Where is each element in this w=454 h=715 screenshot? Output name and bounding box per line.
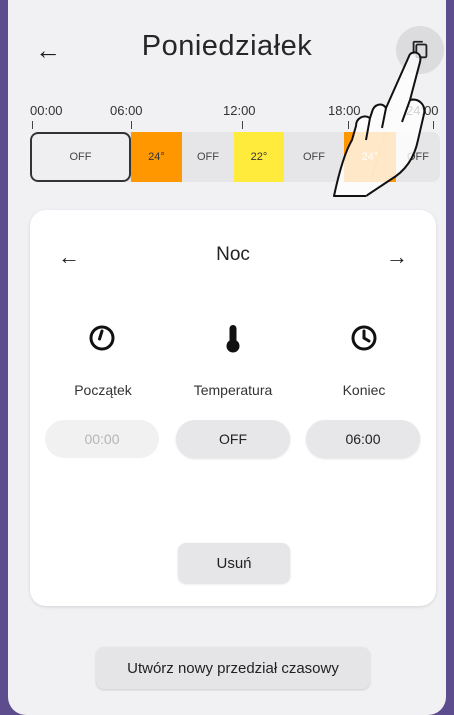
- segment-label: OFF: [303, 151, 325, 163]
- create-period-button[interactable]: Utwórz nowy przedział czasowy: [96, 647, 370, 689]
- tick-label: 24:00: [406, 103, 439, 118]
- tick-label: 18:00: [328, 103, 361, 118]
- timeline-segment-selected[interactable]: OFF: [30, 132, 131, 182]
- create-period-label: Utwórz nowy przedział czasowy: [127, 659, 339, 677]
- tick-mark: [32, 121, 33, 129]
- tick-label: 12:00: [223, 103, 256, 118]
- timeline-axis: 00:00 06:00 12:00 18:00 24:00: [30, 103, 439, 133]
- period-editor-card: ← Noc → Początek 00:00 Temperatura OFF K…: [30, 210, 436, 606]
- start-label: Początek: [74, 382, 132, 398]
- segment-label: 24°: [148, 151, 165, 163]
- temperature-value: OFF: [219, 431, 247, 447]
- delete-label: Usuń: [216, 554, 252, 572]
- page-title: Poniedziałek: [141, 30, 313, 62]
- start-time-value: 00:00: [84, 431, 120, 447]
- tick-mark: [242, 121, 243, 129]
- tick-mark: [348, 121, 349, 129]
- clock-start-icon: [89, 325, 115, 351]
- start-time-field: 00:00: [45, 420, 159, 458]
- temperature-label: Temperatura: [193, 382, 273, 398]
- segment-label: OFF: [407, 151, 429, 163]
- copy-icon: [412, 40, 428, 59]
- tick-label: 00:00: [30, 103, 63, 118]
- tick-mark: [131, 121, 132, 129]
- schedule-page: ← Poniedziałek 00:00 06:00 12:00 18:00 2…: [8, 0, 446, 715]
- segment-label: OFF: [197, 151, 219, 163]
- segment-label: 24°: [361, 151, 379, 163]
- end-label: Koniec: [342, 382, 386, 398]
- schedule-timeline[interactable]: OFF 24° OFF 22° OFF 24° OFF: [30, 132, 440, 182]
- timeline-segment[interactable]: 22°: [234, 132, 284, 182]
- next-period-button[interactable]: →: [386, 244, 408, 270]
- thermometer-icon: [226, 325, 240, 353]
- timeline-segment[interactable]: 24°: [131, 132, 182, 182]
- end-time-value: 06:00: [345, 431, 381, 447]
- arrow-right-icon: →: [386, 244, 408, 269]
- timeline-segment[interactable]: 24°: [344, 132, 396, 182]
- phone-screen: ← Poniedziałek 00:00 06:00 12:00 18:00 2…: [0, 0, 454, 715]
- segment-label: 22°: [250, 151, 268, 163]
- segment-label: OFF: [69, 151, 92, 163]
- copy-button[interactable]: [396, 26, 444, 74]
- delete-button[interactable]: Usuń: [178, 543, 290, 583]
- timeline-segment[interactable]: OFF: [182, 132, 234, 182]
- end-time-field[interactable]: 06:00: [306, 420, 420, 458]
- timeline-segment[interactable]: OFF: [284, 132, 344, 182]
- period-name: Noc: [216, 244, 250, 265]
- temperature-field[interactable]: OFF: [176, 420, 290, 458]
- clock-end-icon: [351, 325, 377, 351]
- tick-label: 06:00: [110, 103, 143, 118]
- tick-mark: [433, 121, 434, 129]
- timeline-segment[interactable]: OFF: [396, 132, 440, 182]
